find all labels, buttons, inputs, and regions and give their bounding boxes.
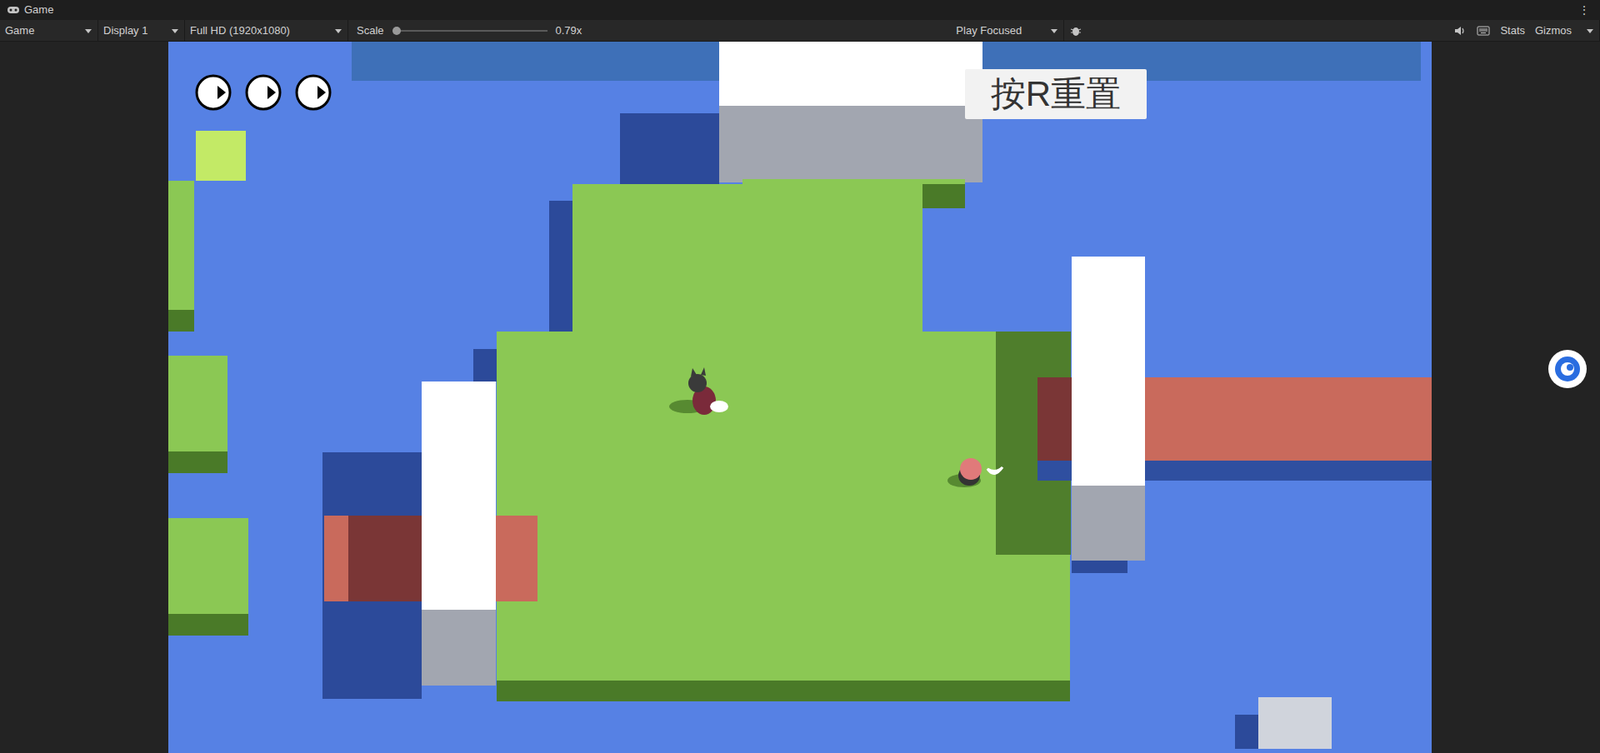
scene-block	[168, 310, 195, 332]
display-dropdown[interactable]: Display 1	[98, 20, 185, 41]
scene-block	[168, 355, 228, 452]
scene-block	[1071, 485, 1145, 562]
scale-label: Scale	[356, 22, 385, 40]
resolution-dropdown[interactable]: Full HD (1920x1080)	[185, 20, 349, 41]
scene-block	[1258, 697, 1332, 749]
view-dropdown[interactable]: Game	[0, 20, 99, 41]
scene-block	[620, 113, 720, 187]
cat-character-icon	[664, 363, 740, 430]
scene-block	[1235, 715, 1259, 749]
bug-icon	[1070, 25, 1082, 37]
scene-block	[719, 105, 983, 183]
dropdown-arrow-icon	[84, 26, 93, 35]
floating-assistant-button[interactable]	[1548, 350, 1587, 389]
mute-button[interactable]	[1448, 20, 1472, 41]
scene-block	[421, 610, 496, 686]
scale-slider[interactable]	[392, 25, 548, 36]
pink-character-icon	[930, 444, 1015, 503]
game-viewport[interactable]: 按R重置	[168, 41, 1432, 753]
scene-block	[168, 518, 249, 615]
dropdown-arrow-icon	[1050, 26, 1059, 35]
unity-game-view: Game⋮GameDisplay 1Full HD (1920x1080)Sca…	[0, 0, 1600, 753]
assistant-icon	[1553, 355, 1582, 384]
scene-block	[719, 41, 983, 106]
scene-block	[496, 680, 1070, 703]
scene-block	[348, 515, 422, 602]
life-icon	[295, 74, 332, 111]
dropdown-arrow-icon	[170, 26, 180, 35]
scene-block	[1071, 560, 1128, 574]
keyboard-icon	[1476, 25, 1490, 36]
scene-block	[168, 451, 228, 474]
scene-block	[922, 184, 965, 208]
toolbar: GameDisplay 1Full HD (1920x1080) Scale 0.7…	[0, 20, 1600, 42]
life-icon	[195, 74, 232, 111]
life-icon	[245, 74, 282, 111]
reset-button[interactable]: 按R重置	[965, 69, 1147, 120]
scene-block	[495, 515, 538, 602]
window-title: Game	[24, 1, 54, 19]
dropdown-arrow-icon	[334, 26, 343, 35]
keyboard-button[interactable]	[1471, 20, 1495, 41]
scene-block	[572, 184, 923, 331]
debug-button[interactable]	[1064, 20, 1088, 41]
stats-button[interactable]: Stats	[1495, 20, 1530, 41]
scale-value: 0.79x	[555, 22, 583, 40]
game-area: 按R重置	[0, 41, 1600, 753]
scene-block	[195, 130, 246, 181]
gizmos-dropdown[interactable]: Gizmos	[1530, 20, 1600, 41]
scene-block	[421, 381, 496, 610]
scene-block	[1037, 377, 1071, 461]
title-bar: Game ⋮	[0, 0, 1600, 20]
scene-block	[549, 200, 573, 332]
scale-control: Scale 0.79x	[348, 20, 590, 41]
play-mode-dropdown[interactable]: Play Focused	[950, 20, 1065, 41]
scene-block	[473, 349, 497, 382]
scene-block	[168, 614, 249, 636]
window-menu[interactable]: ⋮	[1575, 1, 1594, 20]
lives	[195, 74, 332, 111]
scene-block	[324, 515, 348, 602]
gamepad-icon	[6, 5, 20, 15]
scene-block	[1071, 256, 1145, 485]
scene-block	[496, 331, 1070, 681]
scale-slider-knob[interactable]	[392, 26, 401, 35]
speaker-icon	[1454, 25, 1466, 36]
dropdown-arrow-icon	[1585, 26, 1595, 35]
scene-block	[168, 180, 195, 311]
